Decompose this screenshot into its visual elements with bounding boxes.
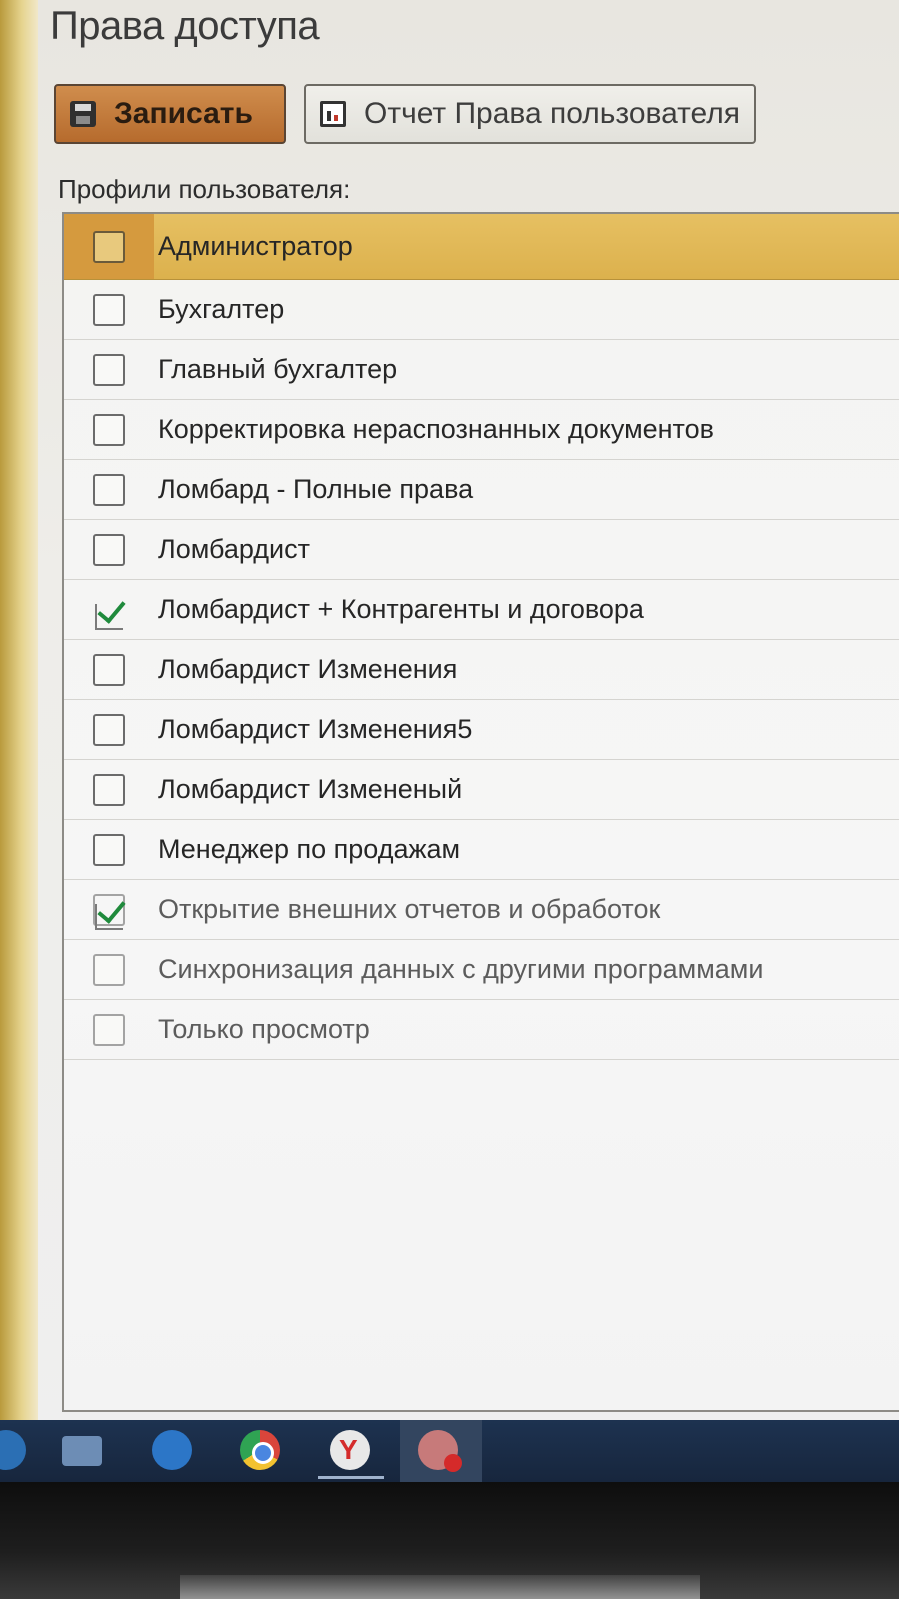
checkbox-cell <box>64 760 154 819</box>
file-explorer-icon[interactable] <box>62 1436 102 1466</box>
profiles-list: Администратор Бухгалтер Главный бухгалтер К… <box>62 212 899 1412</box>
yandex-browser-icon[interactable] <box>330 1430 370 1470</box>
report-button-label: Отчет Права пользователя <box>364 97 740 130</box>
app-icon[interactable] <box>418 1430 462 1472</box>
profile-row[interactable]: Только просмотр <box>64 1000 899 1060</box>
user-rights-report-button[interactable]: Отчет Права пользователя <box>304 84 756 144</box>
profile-row[interactable]: Администратор <box>64 214 899 280</box>
profile-label: Ломбард - Полные права <box>158 474 474 504</box>
checkbox-cell <box>64 340 154 399</box>
checkbox-cell <box>64 400 154 459</box>
profile-label: Корректировка нераспознанных документов <box>158 414 714 444</box>
checkbox-cell <box>64 580 154 639</box>
checkbox-cell <box>64 700 154 759</box>
profile-label: Ломбардист Измененый <box>158 774 463 804</box>
taskbar <box>0 1420 899 1482</box>
profile-row[interactable]: Ломбард - Полные права <box>64 460 899 520</box>
profile-row[interactable]: Бухгалтер <box>64 280 899 340</box>
checkbox[interactable] <box>93 653 125 686</box>
profile-row[interactable]: Ломбардист + Контрагенты и договора <box>64 580 899 640</box>
profile-row[interactable]: Синхронизация данных с другими программа… <box>64 940 899 1000</box>
taskbar-running-indicator <box>318 1476 384 1479</box>
chrome-icon[interactable] <box>240 1430 280 1470</box>
floppy-disk-icon <box>70 101 96 127</box>
profile-label: Администратор <box>158 231 353 261</box>
report-icon <box>320 101 346 127</box>
profile-row[interactable]: Ломбардист Изменения5 <box>64 700 899 760</box>
checkbox-checked[interactable] <box>93 594 125 630</box>
checkbox-cell <box>64 880 154 939</box>
checkbox-cell <box>64 214 154 279</box>
profile-row[interactable]: Открытие внешних отчетов и обработок <box>64 880 899 940</box>
checkbox[interactable] <box>93 713 125 746</box>
profile-row[interactable]: Главный бухгалтер <box>64 340 899 400</box>
profile-label: Главный бухгалтер <box>158 354 398 384</box>
checkbox[interactable] <box>93 473 125 506</box>
checkbox[interactable] <box>93 293 125 326</box>
profiles-label: Профили пользователя: <box>58 174 351 204</box>
checkbox[interactable] <box>93 533 125 566</box>
checkbox-cell <box>64 280 154 339</box>
profile-label: Менеджер по продажам <box>158 834 461 864</box>
edge-icon[interactable] <box>0 1430 26 1470</box>
checkbox-cell <box>64 640 154 699</box>
profile-row[interactable]: Ломбардист Измененый <box>64 760 899 820</box>
profile-label: Ломбардист Изменения5 <box>158 714 473 744</box>
checkbox-cell <box>64 820 154 879</box>
profile-row[interactable]: Корректировка нераспознанных документов <box>64 400 899 460</box>
profile-row[interactable]: Ломбардист <box>64 520 899 580</box>
1c-icon[interactable] <box>152 1430 192 1470</box>
checkbox[interactable] <box>93 353 125 386</box>
profile-label: Бухгалтер <box>158 294 285 324</box>
save-button-label: Записать <box>114 97 253 130</box>
checkbox-cell <box>64 940 154 999</box>
background-window-strip <box>0 0 40 1440</box>
profile-label: Синхронизация данных с другими программа… <box>158 954 764 984</box>
checkbox-checked[interactable] <box>93 893 125 930</box>
checkbox-cell <box>64 1000 154 1059</box>
checkbox[interactable] <box>93 833 125 866</box>
access-rights-window: Права доступа Записать Отчет Права польз… <box>38 0 899 1440</box>
checkbox[interactable] <box>93 230 125 263</box>
profile-row[interactable]: Ломбардист Изменения <box>64 640 899 700</box>
checkbox[interactable] <box>93 953 125 986</box>
profile-label: Открытие внешних отчетов и обработок <box>158 894 661 924</box>
profile-label: Только просмотр <box>158 1014 370 1044</box>
profile-row[interactable]: Менеджер по продажам <box>64 820 899 880</box>
checkbox-cell <box>64 520 154 579</box>
save-button[interactable]: Записать <box>54 84 286 144</box>
profile-label: Ломбардист + Контрагенты и договора <box>158 594 644 624</box>
profile-label: Ломбардист <box>158 534 310 564</box>
profile-label: Ломбардист Изменения <box>158 654 458 684</box>
checkbox-cell <box>64 460 154 519</box>
bezel-reflection <box>180 1575 700 1599</box>
page-title: Права доступа <box>50 4 320 48</box>
checkbox[interactable] <box>93 413 125 446</box>
checkbox[interactable] <box>93 1013 125 1046</box>
checkbox[interactable] <box>93 773 125 806</box>
